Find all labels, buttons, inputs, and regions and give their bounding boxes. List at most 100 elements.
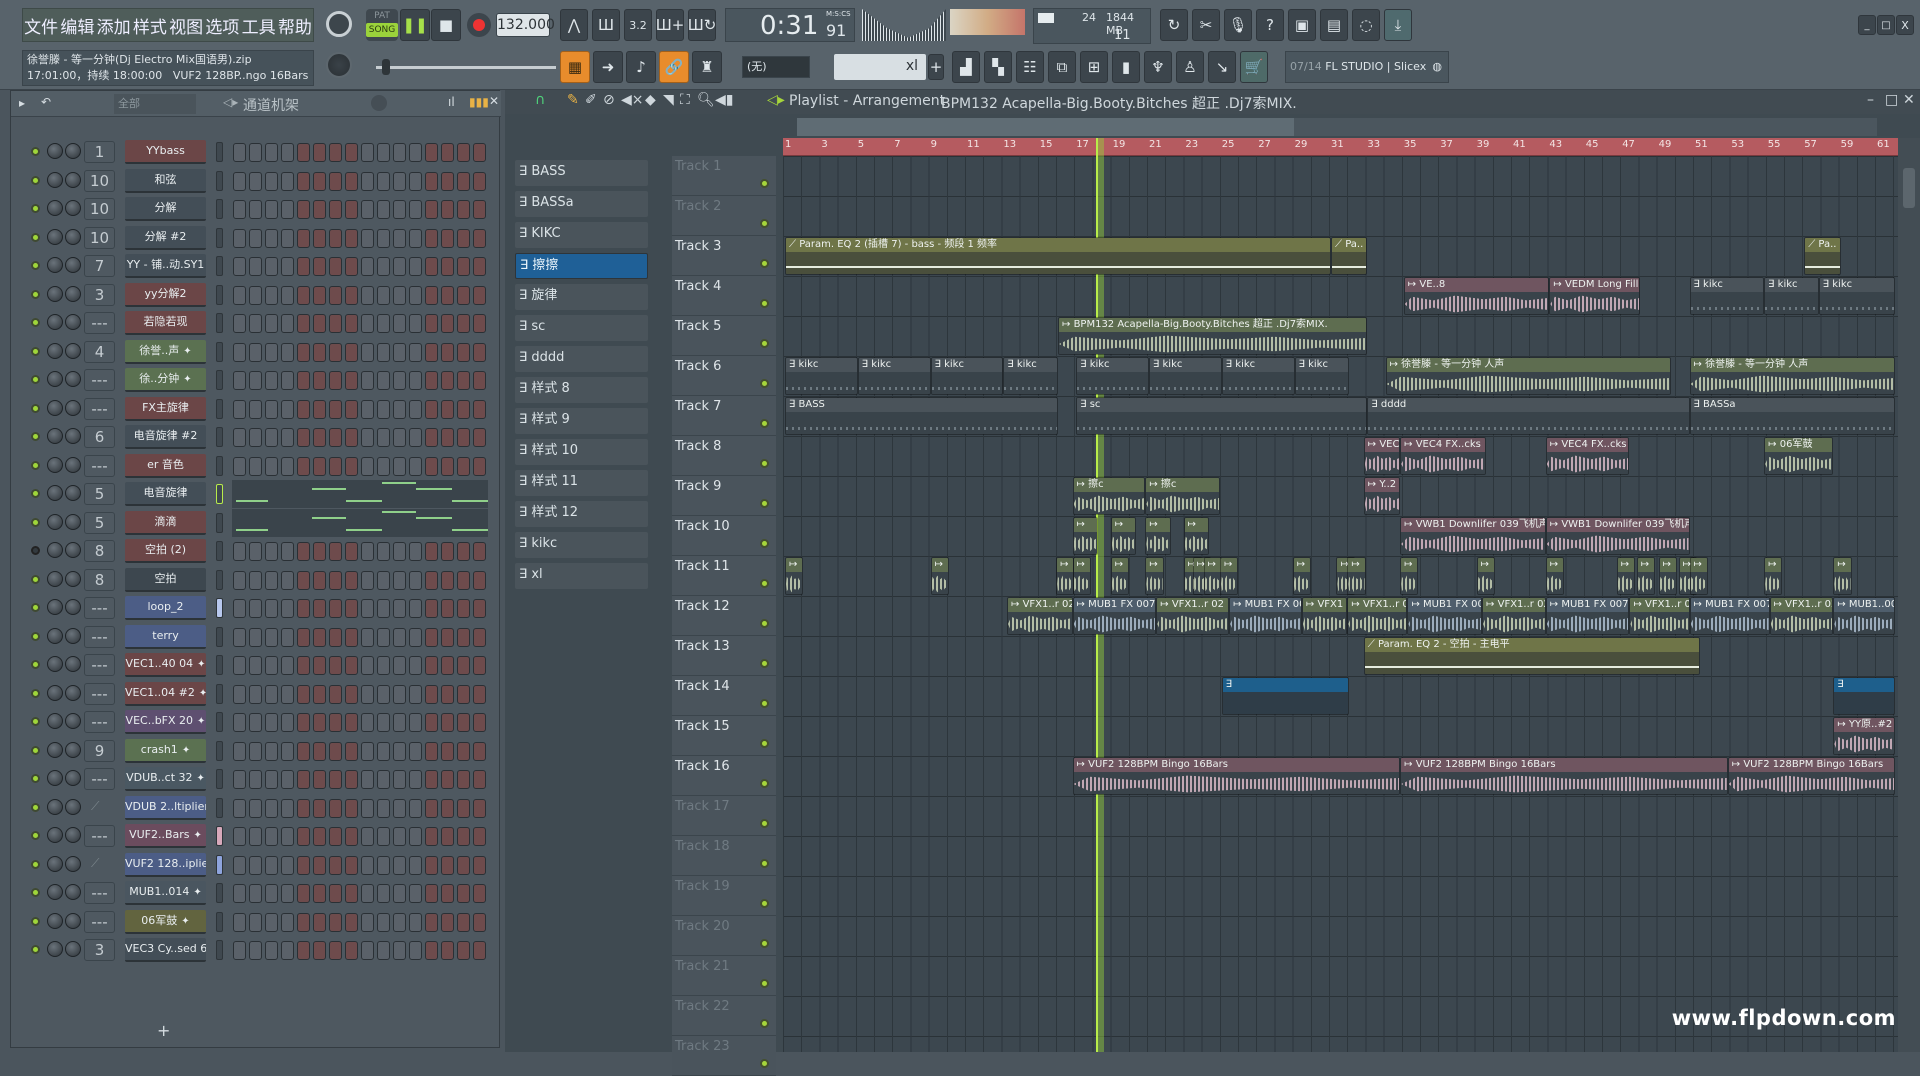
step-button[interactable] <box>281 456 294 476</box>
step-button[interactable] <box>297 599 310 618</box>
track-enable-led[interactable] <box>760 499 769 508</box>
channel-name-button[interactable]: VDUB..ct 32 ✦ <box>125 767 206 791</box>
step-button[interactable] <box>473 884 486 903</box>
step-button[interactable] <box>265 570 278 590</box>
step-button[interactable] <box>249 342 262 362</box>
step-button[interactable] <box>377 257 390 276</box>
step-button[interactable] <box>393 684 406 704</box>
step-button[interactable] <box>441 342 454 362</box>
step-button[interactable] <box>345 855 358 875</box>
step-button[interactable] <box>361 656 374 675</box>
channel-volume-knob[interactable] <box>65 342 81 359</box>
step-button[interactable] <box>313 143 326 162</box>
step-button[interactable] <box>249 627 262 647</box>
step-button[interactable] <box>233 656 246 675</box>
step-button[interactable] <box>233 912 246 932</box>
channel-name-button[interactable]: loop_2 <box>125 596 206 620</box>
step-button[interactable] <box>457 798 470 818</box>
step-button[interactable] <box>473 656 486 675</box>
clip-audio-green[interactable]: ↦ <box>1072 517 1099 555</box>
channel-volume-knob[interactable] <box>65 371 81 387</box>
track-enable-led[interactable] <box>760 899 769 908</box>
close-icon[interactable]: ✕ <box>489 94 499 108</box>
channel-volume-knob[interactable] <box>65 428 81 444</box>
channel-pan-knob[interactable] <box>47 257 63 273</box>
channel-mute-led[interactable] <box>31 375 40 384</box>
step-button[interactable] <box>297 855 310 875</box>
step-button[interactable] <box>457 171 470 191</box>
pattern-item[interactable]: ∃ 样式 9 <box>515 408 648 434</box>
clip-audio-green[interactable]: ↦ <box>1476 557 1495 595</box>
step-button[interactable] <box>281 798 294 818</box>
render-icon[interactable]: ▤ <box>1320 9 1348 41</box>
step-button[interactable] <box>265 314 278 333</box>
channel-volume-knob[interactable] <box>65 314 81 330</box>
channel-name-button[interactable]: er 音色 <box>125 453 206 478</box>
step-button[interactable] <box>425 798 438 818</box>
channel-pan-knob[interactable] <box>47 456 63 473</box>
slide-button[interactable]: ♪ <box>626 51 656 83</box>
track-enable-led[interactable] <box>760 619 769 628</box>
step-button[interactable] <box>313 200 326 219</box>
step-button[interactable] <box>297 941 310 960</box>
step-button[interactable] <box>249 371 262 390</box>
tempo-display[interactable]: 132.000 <box>496 13 555 37</box>
channel-volume-knob[interactable] <box>65 171 81 188</box>
step-button[interactable] <box>329 542 342 561</box>
channel-volume-knob[interactable] <box>65 570 81 587</box>
magnet-icon[interactable]: ∩ <box>535 92 545 108</box>
menu-item[interactable]: 视图 <box>169 13 203 38</box>
step-button[interactable] <box>441 285 454 305</box>
step-button[interactable] <box>377 570 390 590</box>
channel-volume-knob[interactable] <box>65 599 81 615</box>
clip-audio-pink[interactable]: ↦ VEC4 FX..cks 18 <box>1400 437 1486 475</box>
step-button[interactable] <box>409 884 422 903</box>
track-enable-led[interactable] <box>760 1059 769 1068</box>
step-button[interactable] <box>265 285 278 305</box>
track-header[interactable]: Track 13 <box>672 636 776 676</box>
step-button[interactable] <box>249 855 262 875</box>
close-button[interactable]: X <box>1896 15 1914 35</box>
channel-volume-knob[interactable] <box>65 456 81 473</box>
track-enable-led[interactable] <box>760 739 769 748</box>
step-button[interactable] <box>377 143 390 162</box>
step-button[interactable] <box>377 627 390 647</box>
step-button[interactable] <box>425 257 438 276</box>
playback-icon[interactable]: ◀▮ <box>715 92 733 108</box>
track-header[interactable]: Track 1 <box>672 156 776 196</box>
channel-volume-knob[interactable] <box>65 257 81 273</box>
step-button[interactable] <box>297 143 310 162</box>
track-header[interactable]: Track 17 <box>672 796 776 836</box>
menu-item[interactable]: 工具 <box>242 13 276 38</box>
track-header[interactable]: Track 5 <box>672 316 776 356</box>
step-button[interactable] <box>345 428 358 447</box>
step-button[interactable] <box>297 428 310 447</box>
channel-name-button[interactable]: crash1 ✦ <box>125 738 206 763</box>
channel-select-indicator[interactable] <box>216 427 223 447</box>
step-button[interactable] <box>441 171 454 191</box>
channel-select-indicator[interactable] <box>216 512 223 533</box>
step-button[interactable] <box>425 570 438 590</box>
mixer-track-number[interactable]: --- <box>84 312 115 334</box>
step-button[interactable] <box>345 656 358 675</box>
channel-name-button[interactable]: VEC..bFX 20 ✦ <box>125 710 206 734</box>
step-button[interactable] <box>361 798 374 818</box>
channel-volume-knob[interactable] <box>65 941 81 957</box>
step-button[interactable] <box>249 770 262 789</box>
step-button[interactable] <box>377 456 390 476</box>
clip-audio-green[interactable]: ↦ <box>1110 517 1137 555</box>
step-button[interactable] <box>233 257 246 276</box>
clip-audio-green[interactable]: ↦ VFX1..r 02 <box>1156 597 1230 635</box>
clip-pattern[interactable]: ∃ kikc <box>1689 277 1765 315</box>
menu-item[interactable]: 帮助 <box>278 13 312 38</box>
step-button[interactable] <box>473 741 486 761</box>
mixer-track-number[interactable]: --- <box>84 682 115 705</box>
step-button[interactable] <box>249 456 262 476</box>
step-button[interactable] <box>345 884 358 903</box>
step-button[interactable] <box>457 399 470 419</box>
step-button[interactable] <box>377 371 390 390</box>
clip-audio-green[interactable]: ↦ VFX1..r 02 <box>1769 597 1834 635</box>
step-button[interactable] <box>457 912 470 932</box>
channel-mute-led[interactable] <box>31 745 40 755</box>
step-button[interactable] <box>313 827 326 846</box>
